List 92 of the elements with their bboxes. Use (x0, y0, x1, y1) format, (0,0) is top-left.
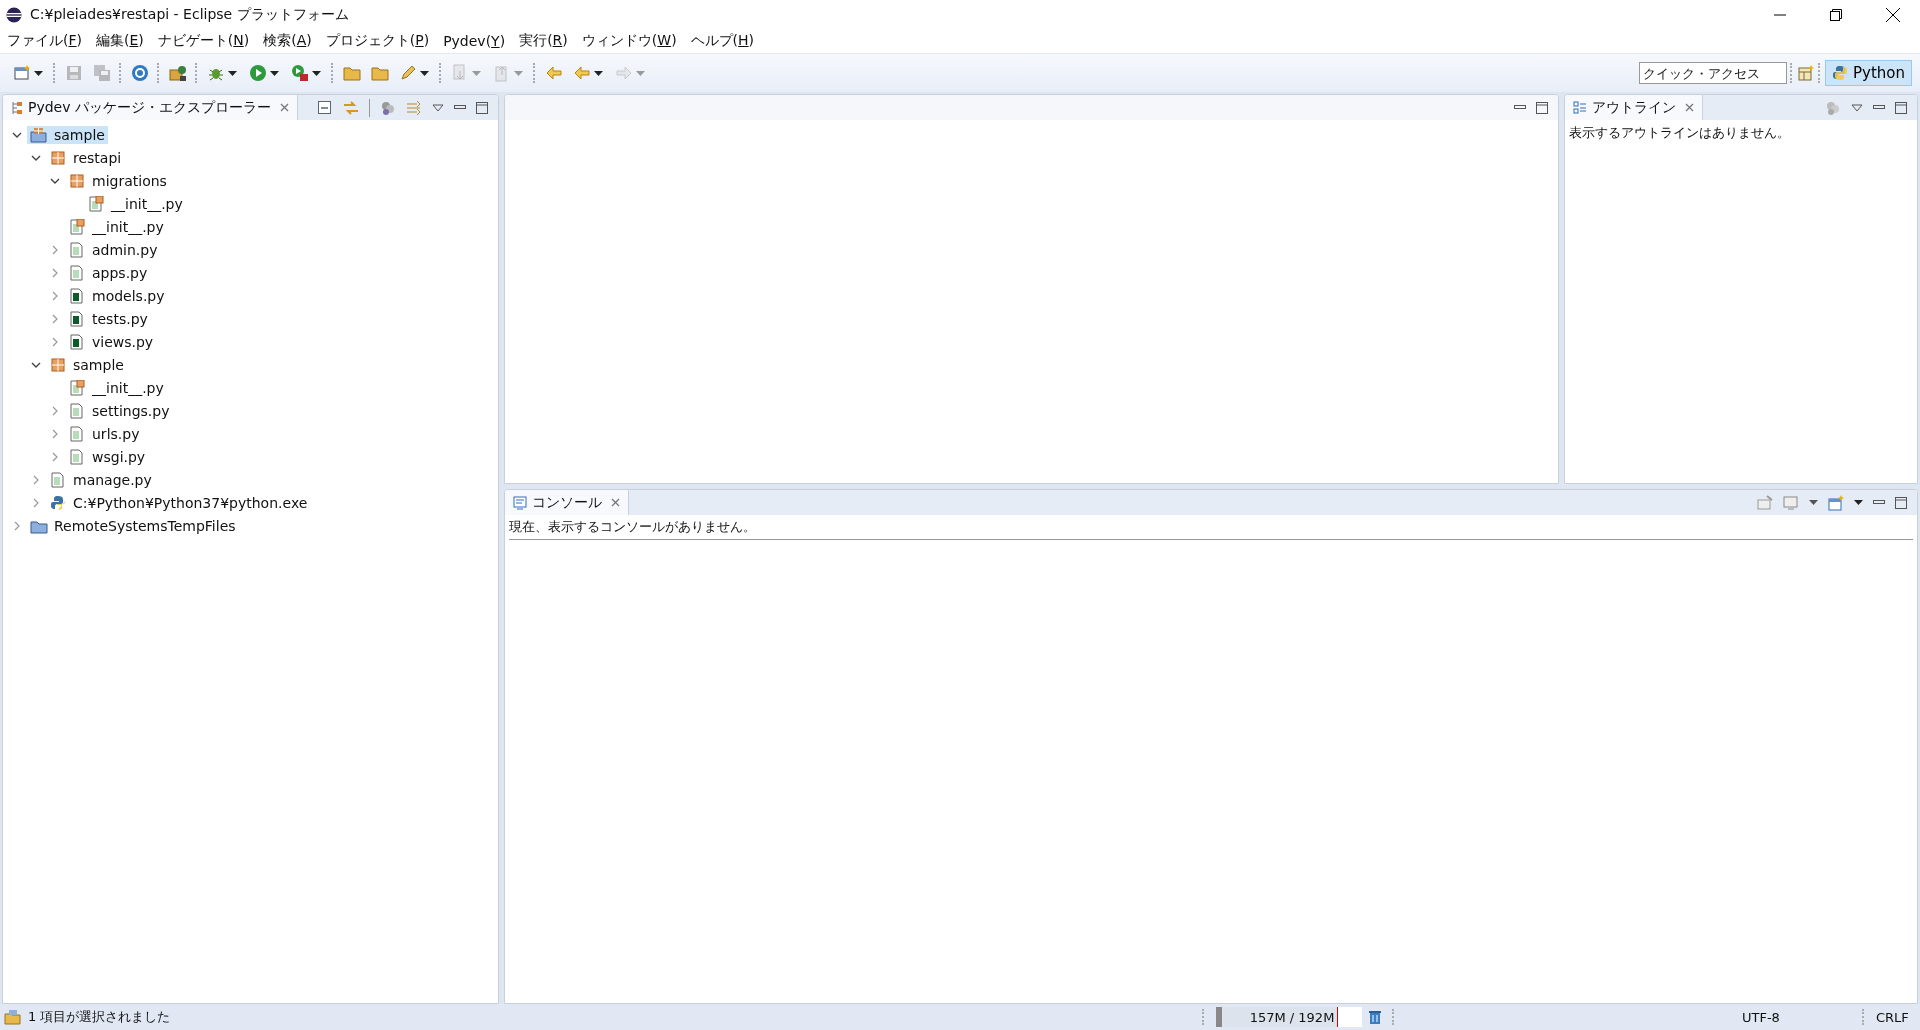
tree-item[interactable]: apps.py (65, 263, 151, 282)
close-icon[interactable] (1886, 7, 1900, 22)
menu-item[interactable]: Pydev(Y) (438, 33, 511, 49)
encoding-label: UTF-8 (1742, 1009, 1781, 1025)
filter-icon[interactable] (380, 99, 396, 116)
tree-item[interactable]: __init__.py (65, 378, 167, 397)
tree-item[interactable]: C:¥Python¥Python37¥python.exe (46, 493, 311, 512)
restore-icon[interactable] (1830, 8, 1842, 21)
back-arrow-icon[interactable] (545, 64, 563, 82)
python-file-icon (68, 448, 86, 465)
maximize-icon[interactable] (476, 101, 488, 114)
menu-item[interactable]: ヘルプ(H) (685, 32, 760, 50)
pen-icon[interactable] (399, 64, 417, 82)
tree-item[interactable]: __init__.py (65, 217, 167, 236)
open-perspective-icon[interactable] (1797, 64, 1815, 82)
tree-item[interactable]: RemoteSystemsTempFiles (27, 516, 239, 535)
trash-icon[interactable] (1368, 1009, 1382, 1025)
outline-message: 表示するアウトラインはありません。 (1569, 125, 1790, 140)
tree-item[interactable]: migrations (65, 171, 170, 190)
line-ending-label: CRLF (1876, 1009, 1910, 1025)
tree-item[interactable]: sample (46, 355, 127, 374)
link-editor-icon[interactable] (343, 99, 359, 116)
python-file-icon (68, 241, 86, 258)
tree-item[interactable]: wsgi.py (65, 447, 149, 466)
run-icon[interactable] (249, 64, 267, 82)
package-icon (49, 149, 67, 166)
menu-item[interactable]: ウィンドウ(W) (576, 32, 682, 50)
maximize-icon[interactable] (1895, 496, 1907, 509)
dropdown-caret-icon[interactable] (34, 70, 43, 76)
folder-icon[interactable] (343, 64, 361, 82)
explorer-tab[interactable]: Pydev パッケージ・エクスプローラー (3, 95, 298, 120)
menu-item[interactable]: 編集(E) (91, 32, 149, 50)
dropdown-caret-icon[interactable] (270, 70, 279, 76)
menu-item[interactable]: プロジェクト(P) (320, 32, 435, 50)
model-file-icon (68, 287, 86, 304)
console-tab[interactable]: コンソール (505, 490, 629, 515)
heap-status[interactable]: 157M / 192M (1216, 1007, 1362, 1027)
perspective-button[interactable]: Python (1825, 60, 1912, 86)
eclipse-logo-icon (6, 6, 22, 23)
tree-item[interactable]: admin.py (65, 240, 161, 259)
monitor-icon (513, 495, 527, 510)
tree-item[interactable]: urls.py (65, 424, 143, 443)
package-file-icon (68, 218, 86, 235)
package-file-icon (87, 195, 105, 212)
tree-item[interactable]: settings.py (65, 401, 173, 420)
package-icon (68, 172, 86, 189)
external-tools-icon[interactable] (291, 64, 309, 82)
dropdown-caret-icon[interactable] (312, 70, 321, 76)
folder-icon[interactable] (371, 64, 389, 82)
new-console-icon[interactable] (1828, 494, 1844, 511)
tree-item[interactable]: sample (27, 125, 108, 144)
outline-tab[interactable]: アウトライン (1565, 95, 1703, 120)
menu-item[interactable]: 実行(R) (514, 32, 573, 50)
package-file-icon (68, 379, 86, 396)
dropdown-caret-icon[interactable] (420, 70, 429, 76)
collapse-all-icon[interactable] (317, 99, 333, 116)
dropdown-caret-icon[interactable] (228, 70, 237, 76)
menu-item[interactable]: 検索(A) (258, 32, 317, 50)
project-icon (4, 1009, 22, 1025)
project-folder-icon (30, 126, 48, 143)
tree-item[interactable]: restapi (46, 148, 125, 167)
dropdown-caret-icon[interactable] (594, 70, 603, 76)
tree-item[interactable]: models.py (65, 286, 168, 305)
outline-icon (1573, 100, 1587, 115)
python-file-icon (68, 402, 86, 419)
python-file-icon (68, 264, 86, 281)
dropdown-caret-icon[interactable] (1854, 500, 1863, 505)
quick-access-field[interactable]: クイック・アクセス (1639, 62, 1787, 84)
view-menu-icon[interactable] (432, 103, 444, 112)
maximize-icon[interactable] (1895, 101, 1907, 114)
console-message: 現在、表示するコンソールがありません。 (509, 515, 1913, 540)
python-logo-icon (1832, 65, 1848, 81)
tree-item[interactable]: __init__.py (84, 194, 186, 213)
window-title: C:¥pleiades¥restapi - Eclipse プラットフォーム (30, 5, 349, 24)
python-file-icon (68, 425, 86, 442)
python-file-icon (49, 471, 67, 488)
tree-item[interactable]: views.py (65, 332, 157, 351)
status-message: 1 項目が選択されました (28, 1008, 171, 1026)
tree-item[interactable]: manage.py (46, 470, 155, 489)
sync-icon[interactable] (406, 99, 422, 116)
maximize-icon[interactable] (1536, 101, 1548, 114)
test-file-icon (68, 310, 86, 327)
view-menu-icon[interactable] (1851, 103, 1863, 112)
tree-item[interactable]: tests.py (65, 309, 151, 328)
dropdown-caret-icon[interactable] (1809, 500, 1818, 505)
view-file-icon (68, 333, 86, 350)
python-logo-icon (49, 494, 67, 511)
menu-item[interactable]: ファイル(F) (2, 32, 87, 50)
gear-icon[interactable] (131, 64, 149, 82)
hierarchy-icon (11, 100, 23, 115)
package-icon (49, 356, 67, 373)
menu-item[interactable]: ナビゲート(N) (152, 32, 255, 50)
